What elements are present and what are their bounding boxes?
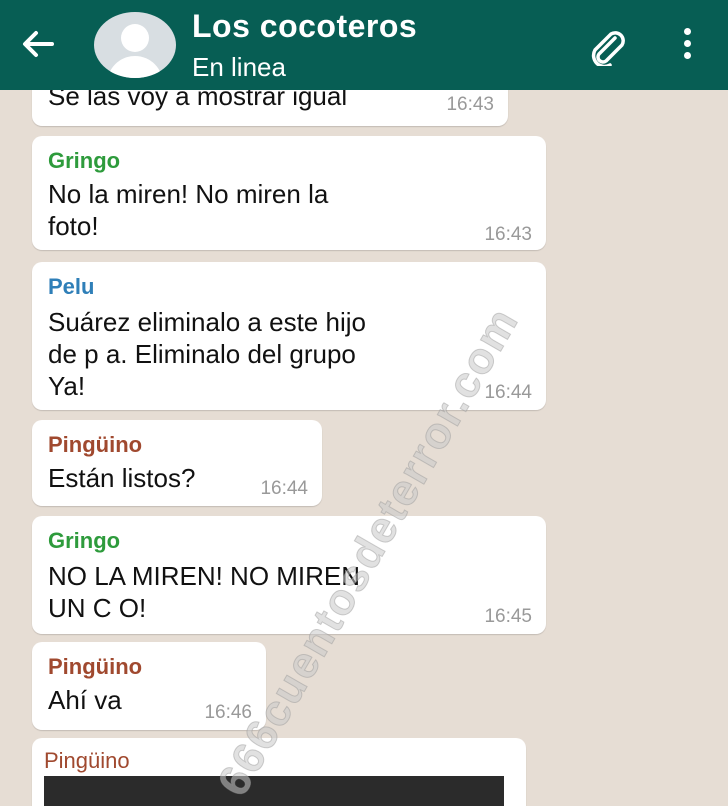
message-time: 16:45 bbox=[484, 606, 532, 627]
message-text: Están listos? bbox=[48, 463, 196, 493]
message-bubble[interactable]: Gringo No la miren! No miren la foto! 16… bbox=[32, 136, 546, 250]
chat-area[interactable]: Se las voy a mostrar igual 16:43 Gringo … bbox=[0, 90, 728, 806]
message-text: NO LA MIREN! NO MIREN UN C O! bbox=[48, 561, 361, 623]
group-avatar[interactable] bbox=[94, 12, 176, 78]
message-time: 16:44 bbox=[484, 382, 532, 403]
chat-status: En linea bbox=[192, 52, 286, 82]
message-text: Se las voy a mostrar igual bbox=[48, 90, 348, 111]
message-sender: Pingüino bbox=[44, 748, 130, 773]
message-bubble[interactable]: Pingüino Están listos? 16:44 bbox=[32, 420, 322, 506]
message-sender: Pingüino bbox=[48, 432, 143, 457]
message-time: 16:43 bbox=[446, 94, 494, 115]
chat-title[interactable]: Los cocoteros bbox=[192, 8, 417, 45]
message-time: 16:43 bbox=[484, 224, 532, 245]
message-bubble[interactable]: Pelu Suárez eliminalo a este hijo de p a… bbox=[32, 262, 546, 410]
image-message-bubble[interactable]: Pingüino bbox=[32, 738, 526, 806]
message-text: No la miren! No miren la foto! bbox=[48, 179, 329, 241]
paperclip-icon[interactable] bbox=[585, 26, 629, 69]
message-sender: Gringo bbox=[48, 528, 121, 553]
avatar-head-shape bbox=[121, 24, 149, 52]
message-time: 16:46 bbox=[204, 702, 252, 723]
message-text: Ahí va bbox=[48, 685, 122, 715]
chat-header: Los cocoteros En linea bbox=[0, 0, 728, 90]
message-bubble[interactable]: Gringo NO LA MIREN! NO MIREN UN C O! 16:… bbox=[32, 516, 546, 634]
avatar-body-shape bbox=[107, 56, 163, 78]
back-arrow-icon[interactable] bbox=[18, 24, 58, 64]
photo-thumbnail[interactable] bbox=[44, 776, 504, 806]
message-time: 16:44 bbox=[260, 478, 308, 499]
message-text: Suárez eliminalo a este hijo de p a. Eli… bbox=[48, 307, 366, 401]
message-bubble[interactable]: Pingüino Ahí va 16:46 bbox=[32, 642, 266, 730]
message-sender: Gringo bbox=[48, 148, 121, 173]
more-options-icon[interactable] bbox=[672, 24, 702, 68]
message-sender: Pingüino bbox=[48, 654, 143, 679]
message-bubble[interactable]: Se las voy a mostrar igual 16:43 bbox=[32, 90, 508, 126]
message-sender: Pelu bbox=[48, 274, 95, 299]
